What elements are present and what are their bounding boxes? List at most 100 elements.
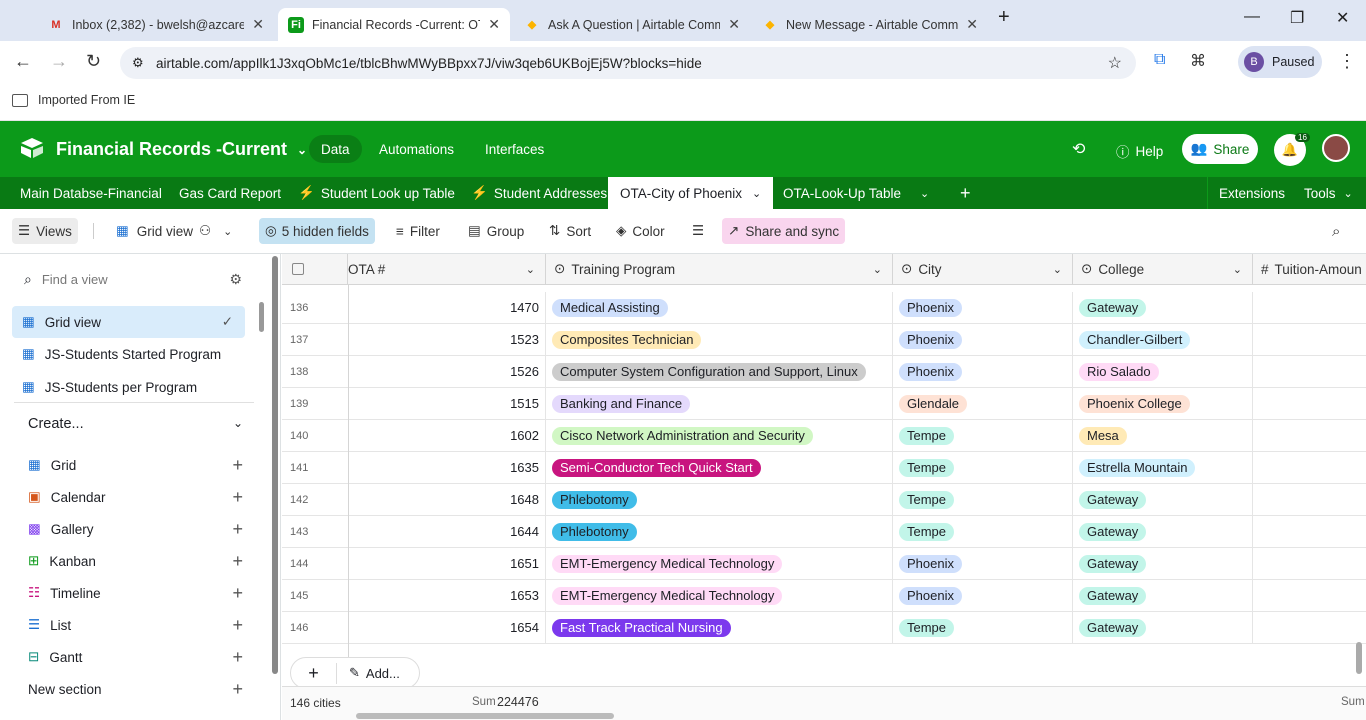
help-button[interactable]: ⓘ Help — [1116, 141, 1163, 161]
create-calendar[interactable]: ▣ Calendar + — [28, 481, 243, 513]
college-cell[interactable]: Mesa — [1073, 420, 1253, 451]
table-row[interactable]: 138 1526 Computer System Configuration and… — [282, 356, 1366, 388]
sidebar-view-grid[interactable]: ▦ Grid view ✓ — [12, 306, 245, 338]
create-new-section[interactable]: New section + — [28, 673, 243, 705]
plus-icon[interactable]: + — [232, 551, 243, 572]
tuition-cell[interactable] — [1253, 388, 1366, 419]
puzzle-icon[interactable]: ⌘ — [1190, 51, 1206, 71]
share-button[interactable]: 👥 Share — [1182, 134, 1258, 164]
views-button[interactable]: ☰ Views — [12, 218, 78, 244]
create-gallery[interactable]: ▩ Gallery + — [28, 513, 243, 545]
chevron-down-icon[interactable]: ⌄ — [920, 177, 929, 209]
tuition-cell[interactable] — [1253, 324, 1366, 355]
back-icon[interactable]: ← — [14, 51, 32, 72]
new-tab-icon[interactable]: + — [998, 6, 1010, 29]
tab-ota-city-of-phoenix[interactable]: OTA-City of Phoenix ⌄ — [608, 177, 774, 209]
sidebar-view-js-started[interactable]: ▦ JS-Students Started Program — [12, 338, 245, 370]
city-cell[interactable]: Tempe — [893, 484, 1073, 515]
row-height-icon[interactable]: ☰ — [686, 218, 710, 244]
ota-cell[interactable]: 1654 — [348, 612, 546, 643]
training-program-cell[interactable]: Phlebotomy — [546, 484, 893, 515]
ota-cell[interactable]: 1653 — [348, 580, 546, 611]
college-cell[interactable]: Gateway — [1073, 516, 1253, 547]
vertical-scrollbar[interactable] — [1356, 642, 1362, 674]
table-row[interactable]: 141 1635 Semi-Conductor Tech Quick Start Te… — [282, 452, 1366, 484]
training-program-cell[interactable]: Semi-Conductor Tech Quick Start — [546, 452, 893, 483]
star-icon[interactable]: ☆ — [1108, 53, 1122, 73]
plus-icon[interactable]: + — [232, 647, 243, 668]
city-cell[interactable]: Phoenix — [893, 580, 1073, 611]
tab-main-database[interactable]: Main Databse-Financial — [20, 177, 162, 209]
tuition-cell[interactable] — [1253, 516, 1366, 547]
table-row[interactable]: 139 1515 Banking and Finance Glendale Phoeni… — [282, 388, 1366, 420]
chevron-down-icon[interactable]: ⌄ — [873, 263, 882, 276]
college-cell[interactable]: Estrella Mountain — [1073, 452, 1253, 483]
city-cell[interactable]: Phoenix — [893, 548, 1073, 579]
airtable-logo-icon[interactable] — [20, 137, 44, 159]
create-section-header[interactable]: Create... ⌄ — [28, 416, 243, 432]
table-row[interactable]: 137 1523 Composites Technician Phoenix Chand… — [282, 324, 1366, 356]
city-cell[interactable]: Phoenix — [893, 356, 1073, 387]
color-button[interactable]: ◈ Color — [610, 218, 671, 244]
plus-icon[interactable]: + — [232, 615, 243, 636]
create-kanban[interactable]: ⊞ Kanban + — [28, 545, 243, 577]
tuition-cell[interactable] — [1253, 292, 1366, 323]
training-program-cell[interactable]: Cisco Network Administration and Securit… — [546, 420, 893, 451]
college-cell[interactable]: Gateway — [1073, 484, 1253, 515]
college-cell[interactable]: Gateway — [1073, 292, 1253, 323]
plus-icon[interactable]: + — [232, 679, 243, 700]
training-program-cell[interactable]: Medical Assisting — [546, 292, 893, 323]
table-row[interactable]: 143 1644 Phlebotomy Tempe Gateway — [282, 516, 1366, 548]
sidebar-view-js-per-program[interactable]: ▦ JS-Students per Program — [12, 371, 245, 403]
city-cell[interactable]: Phoenix — [893, 292, 1073, 323]
filter-button[interactable]: ≡ Filter — [390, 218, 446, 244]
ota-cell[interactable]: 1644 — [348, 516, 546, 547]
ota-cell[interactable]: 1648 — [348, 484, 546, 515]
college-cell[interactable]: Gateway — [1073, 580, 1253, 611]
search-icon[interactable]: ⌕ — [1326, 218, 1346, 244]
hidden-fields-button[interactable]: ◎ 5 hidden fields — [259, 218, 375, 244]
history-icon[interactable]: ⟲ — [1072, 139, 1085, 159]
grid-view-switcher[interactable]: ▦ Grid view ⚇ ⌄ — [110, 218, 238, 244]
column-header-tuition[interactable]: # Tuition-Amoun — [1253, 254, 1366, 285]
city-cell[interactable]: Tempe — [893, 516, 1073, 547]
tuition-cell[interactable] — [1253, 612, 1366, 643]
college-cell[interactable]: Gateway — [1073, 548, 1253, 579]
tuition-cell[interactable] — [1253, 452, 1366, 483]
tuition-cell[interactable] — [1253, 580, 1366, 611]
plus-icon[interactable]: + — [232, 519, 243, 540]
table-row[interactable]: 144 1651 EMT-Emergency Medical Technology P… — [282, 548, 1366, 580]
select-all-checkbox[interactable] — [292, 263, 304, 275]
nav-automations[interactable]: Automations — [379, 142, 454, 157]
nav-interfaces[interactable]: Interfaces — [485, 142, 544, 157]
table-row[interactable]: 142 1648 Phlebotomy Tempe Gateway — [282, 484, 1366, 516]
training-program-cell[interactable]: EMT-Emergency Medical Technology — [546, 580, 893, 611]
close-icon[interactable]: ✕ — [966, 16, 978, 33]
reload-icon[interactable]: ↻ — [86, 51, 101, 72]
site-info-icon[interactable]: ⚙ — [132, 55, 144, 71]
browser-tab-new-message[interactable]: ◆ New Message - Airtable Comm ✕ — [752, 8, 988, 41]
column-header-college[interactable]: ⊙ College ⌄ — [1073, 254, 1253, 285]
table-row[interactable]: 136 1470 Medical Assisting Phoenix Gateway — [282, 292, 1366, 324]
browser-tab-gmail[interactable]: M Inbox (2,382) - bwelsh@azcare ✕ — [38, 8, 274, 41]
training-program-cell[interactable]: Banking and Finance — [546, 388, 893, 419]
tools-button[interactable]: Tools ⌄ — [1304, 177, 1353, 209]
training-program-cell[interactable]: Phlebotomy — [546, 516, 893, 547]
plus-icon[interactable]: + — [232, 583, 243, 604]
close-icon[interactable]: ✕ — [252, 16, 264, 33]
find-view-input[interactable]: ⌕ Find a view ⚙ — [24, 271, 242, 288]
tuition-cell[interactable] — [1253, 356, 1366, 387]
ota-cell[interactable]: 1651 — [348, 548, 546, 579]
training-program-cell[interactable]: Fast Track Practical Nursing — [546, 612, 893, 643]
table-row[interactable]: 146 1654 Fast Track Practical Nursing Tempe… — [282, 612, 1366, 644]
college-cell[interactable]: Rio Salado — [1073, 356, 1253, 387]
tuition-cell[interactable] — [1253, 548, 1366, 579]
ota-cell[interactable]: 1515 — [348, 388, 546, 419]
column-header-city[interactable]: ⊙ City ⌄ — [893, 254, 1073, 285]
select-all-header[interactable] — [282, 254, 348, 285]
college-cell[interactable]: Phoenix College — [1073, 388, 1253, 419]
ota-cell[interactable]: 1526 — [348, 356, 546, 387]
table-row[interactable]: 140 1602 Cisco Network Administration and … — [282, 420, 1366, 452]
notifications-button[interactable]: 🔔 16 — [1274, 133, 1310, 166]
sidebar-scrollbar[interactable] — [259, 302, 264, 332]
